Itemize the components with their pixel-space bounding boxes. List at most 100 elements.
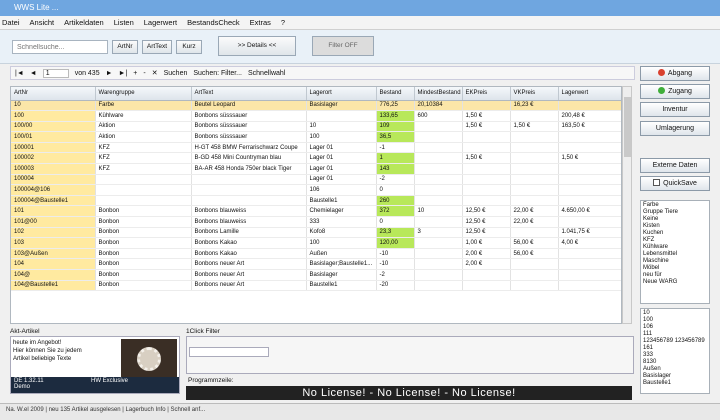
menu-bestandscheck[interactable]: BestandsCheck bbox=[187, 18, 240, 27]
table-cell[interactable]: -10 bbox=[376, 248, 415, 260]
table-row[interactable]: 100003 KFZ BA-AR 458 Honda 750er black Tig… bbox=[11, 163, 621, 175]
table-cell[interactable]: Bonbon bbox=[95, 248, 192, 260]
table-cell[interactable]: 1,50 € bbox=[558, 152, 621, 165]
table-cell[interactable] bbox=[510, 184, 559, 196]
table-cell[interactable]: Bonbon bbox=[95, 280, 192, 292]
table-cell[interactable] bbox=[191, 195, 307, 207]
table-cell[interactable] bbox=[414, 248, 463, 260]
table-cell[interactable]: Baustelle1 bbox=[306, 195, 377, 207]
column-header[interactable]: Lagerort bbox=[306, 87, 377, 101]
table-cell[interactable]: 2,00 € bbox=[462, 258, 511, 270]
list-item[interactable]: 10 bbox=[643, 310, 707, 317]
table-row[interactable]: 100/01 Aktion Bonbons süsssauer 100 36,5 bbox=[11, 131, 621, 143]
list-item[interactable]: 111 bbox=[643, 331, 707, 338]
table-cell[interactable]: B-GD 458 Mini Countryman blau bbox=[191, 152, 307, 165]
table-cell[interactable]: Bonbon bbox=[95, 216, 192, 228]
table-cell[interactable] bbox=[414, 216, 463, 228]
first-record-icon[interactable]: |◄ bbox=[15, 70, 24, 77]
table-row[interactable]: 104@Baustelle1 Bonbon Bonbons neuer Art Bau… bbox=[11, 280, 621, 292]
last-record-icon[interactable]: ►| bbox=[119, 70, 128, 77]
table-cell[interactable]: Bonbon bbox=[95, 237, 192, 249]
list-item[interactable]: 123456789 123456789 bbox=[643, 338, 707, 345]
table-cell[interactable]: 12,50 € bbox=[462, 205, 511, 218]
table-cell[interactable]: 20,10384 bbox=[414, 100, 463, 112]
list-item[interactable]: KFZ bbox=[643, 237, 707, 244]
table-cell[interactable]: 22,00 € bbox=[510, 216, 559, 228]
table-cell[interactable]: KFZ bbox=[95, 163, 192, 175]
column-header[interactable]: ArtText bbox=[191, 87, 307, 101]
table-cell[interactable] bbox=[558, 195, 621, 207]
lagerorte-list[interactable]: 10 100 106 111 123456789 123456789 161 333 8130… bbox=[640, 308, 710, 394]
table-cell[interactable]: 23,3 bbox=[376, 227, 415, 239]
table-cell[interactable]: 16,23 € bbox=[510, 100, 559, 112]
table-cell[interactable]: Bonbons süsssauer bbox=[191, 131, 307, 143]
warengruppen-list[interactable]: Farbe Gruppe Tiere Keine Kisten Kuchen KFZ Küh… bbox=[640, 200, 710, 304]
table-row[interactable]: 104 Bonbon Bonbons neuer Art Basislager;Bau… bbox=[11, 258, 621, 270]
table-cell[interactable]: Bonbon bbox=[95, 258, 192, 270]
table-row[interactable]: 101 Bonbon Bonbons blauweiss Chemielager 372… bbox=[11, 205, 621, 218]
table-cell[interactable]: -1 bbox=[376, 142, 415, 154]
add-record-icon[interactable]: + bbox=[133, 70, 137, 77]
list-item[interactable]: Außen bbox=[643, 366, 707, 373]
table-cell[interactable] bbox=[414, 174, 463, 186]
table-cell[interactable]: 100004@106 bbox=[11, 184, 96, 196]
filter-toggle-button[interactable]: Filter OFF bbox=[312, 36, 374, 56]
table-cell[interactable]: 4,00 € bbox=[558, 237, 621, 249]
table-cell[interactable]: Bonbons Kakao bbox=[191, 237, 307, 249]
list-item[interactable]: 8130 bbox=[643, 359, 707, 366]
table-cell[interactable] bbox=[414, 121, 463, 133]
table-cell[interactable]: 600 bbox=[414, 110, 463, 122]
table-cell[interactable]: Aktion bbox=[95, 121, 192, 133]
table-cell[interactable]: Baustelle1 bbox=[306, 280, 377, 292]
table-cell[interactable] bbox=[462, 184, 511, 196]
table-cell[interactable]: 333 bbox=[306, 216, 377, 228]
table-cell[interactable]: 100/00 bbox=[11, 121, 96, 133]
table-cell[interactable]: Basislager bbox=[306, 269, 377, 281]
table-cell[interactable]: Bonbons Lamille bbox=[191, 227, 307, 239]
table-cell[interactable] bbox=[414, 195, 463, 207]
table-cell[interactable]: 12,50 € bbox=[462, 216, 511, 228]
table-cell[interactable]: 101@00 bbox=[11, 216, 96, 228]
table-cell[interactable] bbox=[510, 258, 559, 270]
column-header[interactable]: ArtNr bbox=[11, 87, 96, 101]
table-cell[interactable]: 12,50 € bbox=[462, 227, 511, 239]
table-cell[interactable] bbox=[462, 269, 511, 281]
list-item[interactable]: Kisten bbox=[643, 223, 707, 230]
menu-extras[interactable]: Extras bbox=[250, 18, 271, 27]
table-cell[interactable]: 103@Außen bbox=[11, 248, 96, 260]
menu-help[interactable]: ? bbox=[281, 18, 285, 27]
table-cell[interactable]: 260 bbox=[376, 195, 415, 207]
table-cell[interactable] bbox=[558, 280, 621, 292]
search-kurz-button[interactable]: Kurz bbox=[176, 40, 202, 54]
table-cell[interactable] bbox=[558, 174, 621, 186]
table-cell[interactable]: Farbe bbox=[95, 100, 192, 112]
column-header[interactable]: Warengruppe bbox=[95, 87, 192, 101]
table-cell[interactable] bbox=[558, 142, 621, 154]
table-cell[interactable] bbox=[414, 152, 463, 165]
articles-grid[interactable]: ArtNr Warengruppe ArtText Lagerort Bestand Mi… bbox=[10, 86, 622, 324]
table-cell[interactable] bbox=[414, 258, 463, 270]
table-cell[interactable] bbox=[558, 163, 621, 175]
table-cell[interactable]: KFZ bbox=[95, 142, 192, 154]
delete-record-icon[interactable]: - bbox=[143, 70, 145, 77]
table-cell[interactable] bbox=[510, 131, 559, 143]
quicksave-button[interactable]: QuickSave bbox=[640, 176, 710, 191]
table-cell[interactable]: 104 bbox=[11, 258, 96, 270]
table-cell[interactable]: Basislager bbox=[306, 100, 377, 112]
table-cell[interactable]: Bonbon bbox=[95, 205, 192, 218]
table-cell[interactable]: 133,65 bbox=[376, 110, 415, 122]
table-cell[interactable] bbox=[558, 269, 621, 281]
table-cell[interactable]: 10 bbox=[306, 121, 377, 133]
table-cell[interactable]: 3 bbox=[414, 227, 463, 239]
table-cell[interactable] bbox=[510, 174, 559, 186]
list-item[interactable]: Lebensmittel bbox=[643, 251, 707, 258]
list-item[interactable]: Gruppe Tiere bbox=[643, 209, 707, 216]
table-cell[interactable]: 1,50 € bbox=[462, 152, 511, 165]
table-cell[interactable]: 776,25 bbox=[376, 100, 415, 112]
table-cell[interactable]: 2,00 € bbox=[462, 248, 511, 260]
table-row[interactable]: 104@ Bonbon Bonbons neuer Art Basislager -2 bbox=[11, 269, 621, 281]
table-cell[interactable]: Bonbon bbox=[95, 227, 192, 239]
list-item[interactable]: Keine bbox=[643, 216, 707, 223]
table-cell[interactable] bbox=[558, 258, 621, 270]
table-cell[interactable]: 143 bbox=[376, 163, 415, 175]
